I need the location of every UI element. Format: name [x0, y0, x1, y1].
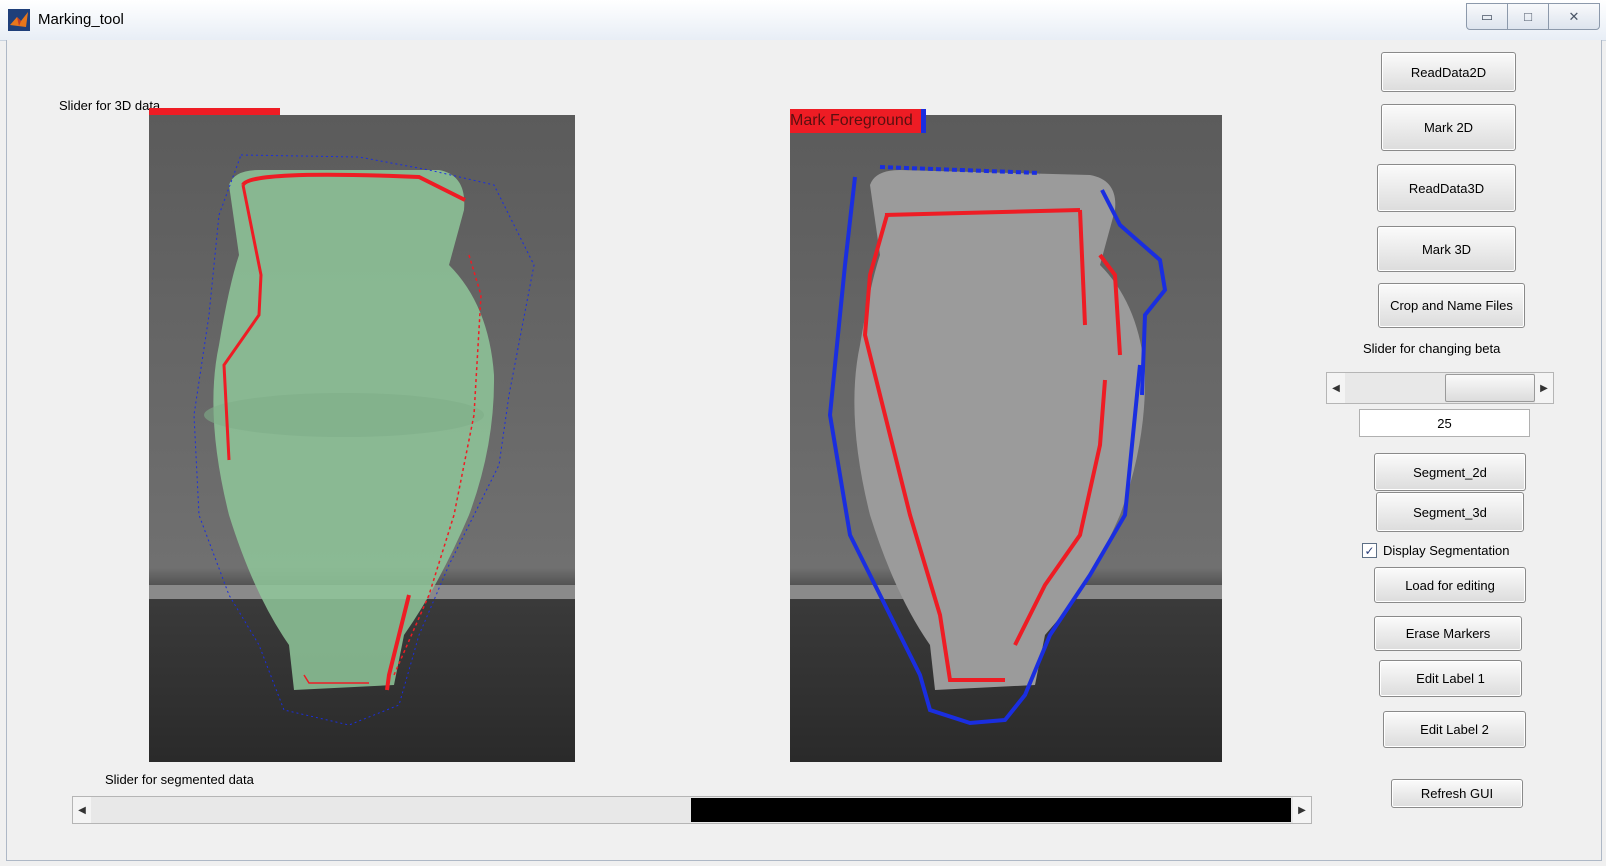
load-for-editing-button[interactable]: Load for editing	[1374, 567, 1526, 603]
mark-foreground-indicator[interactable]: Mark Foreground	[790, 109, 926, 133]
erase-markers-button[interactable]: Erase Markers	[1374, 616, 1522, 651]
slider-segmented-label: Slider for segmented data	[105, 772, 254, 787]
display-segmentation-checkbox[interactable]: ✓	[1362, 543, 1377, 558]
marking-2d-image[interactable]	[790, 115, 1222, 762]
crop-and-name-files-button[interactable]: Crop and Name Files	[1378, 283, 1525, 328]
display-segmentation-label: Display Segmentation	[1383, 543, 1510, 558]
mark-3d-button[interactable]: Mark 3D	[1377, 226, 1516, 272]
edit-label-1-button[interactable]: Edit Label 1	[1379, 660, 1522, 697]
scroll-left-arrow[interactable]: ◀	[73, 797, 91, 823]
window-title: Marking_tool	[38, 11, 124, 28]
maximize-icon: □	[1524, 9, 1532, 24]
segmented-data-slider[interactable]: ◀ ▶	[72, 796, 1312, 824]
minimize-icon: ▭	[1480, 8, 1494, 24]
close-icon: ✕	[1568, 8, 1580, 24]
read-data-2d-button[interactable]: ReadData2D	[1381, 52, 1516, 92]
beta-slider-thumb[interactable]	[1445, 374, 1535, 402]
title-bar: Marking_tool ▭ □ ✕	[0, 0, 1606, 41]
beta-slider-label: Slider for changing beta	[1363, 341, 1501, 356]
mark-2d-button[interactable]: Mark 2D	[1381, 104, 1516, 151]
refresh-gui-button[interactable]: Refresh GUI	[1391, 779, 1523, 808]
mark-foreground-label: Mark Foreground	[790, 112, 913, 129]
segment-3d-button[interactable]: Segment_3d	[1376, 492, 1524, 532]
beta-right-arrow[interactable]: ▶	[1535, 373, 1553, 403]
maximize-button[interactable]: □	[1507, 3, 1549, 30]
beta-left-arrow[interactable]: ◀	[1327, 373, 1345, 403]
segmented-3d-image[interactable]	[149, 115, 575, 762]
beta-value-field[interactable]: 25	[1359, 409, 1530, 437]
segment-2d-button[interactable]: Segment_2d	[1374, 453, 1526, 491]
edit-label-2-button[interactable]: Edit Label 2	[1383, 711, 1526, 748]
matlab-icon	[8, 9, 30, 31]
slider-3d-label: Slider for 3D data	[59, 98, 161, 113]
scroll-right-arrow[interactable]: ▶	[1293, 797, 1311, 823]
beta-slider[interactable]: ◀ ▶	[1326, 372, 1554, 404]
read-data-3d-button[interactable]: ReadData3D	[1377, 164, 1516, 212]
close-button[interactable]: ✕	[1548, 3, 1600, 30]
slider-track-black	[691, 798, 1291, 822]
minimize-button[interactable]: ▭	[1466, 3, 1508, 30]
